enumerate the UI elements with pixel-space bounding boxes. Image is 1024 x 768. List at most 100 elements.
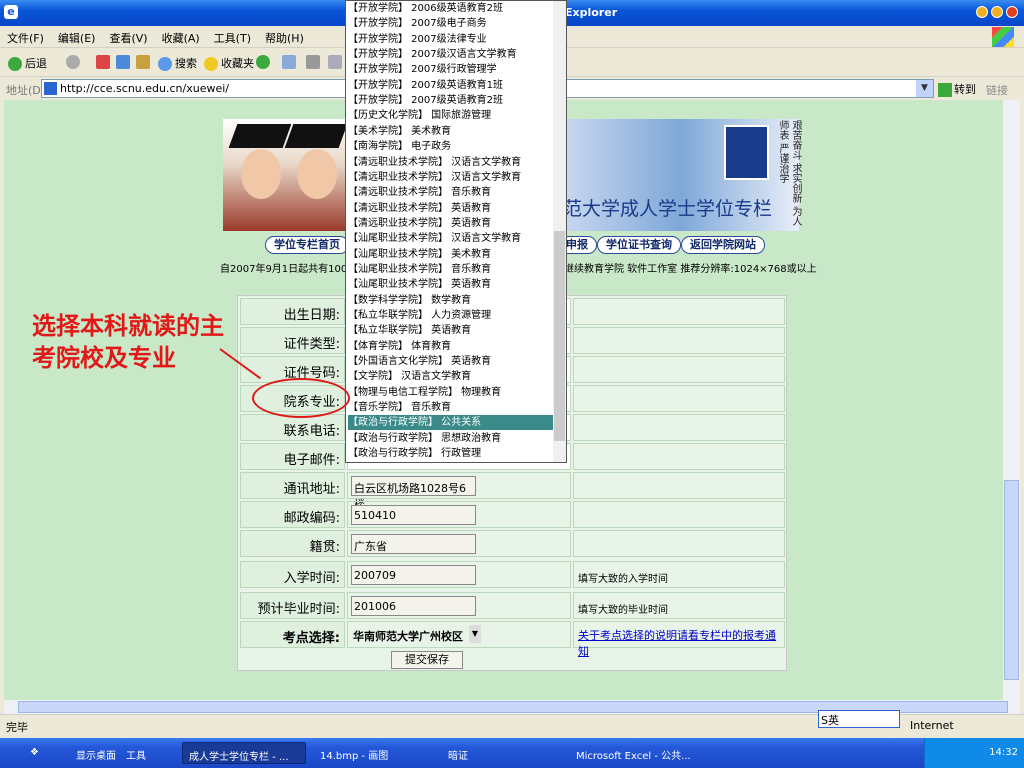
dropdown-option[interactable]: 【开放学院】 2007级英语教育2班 bbox=[348, 93, 553, 108]
dropdown-option[interactable]: 【政治与行政学院】 思想政治教育 bbox=[348, 431, 553, 446]
site-credits: 继续教育学院 软件工作室 推荐分辨率:1024×768或以上 bbox=[564, 264, 817, 275]
form-label: 联系电话: bbox=[240, 414, 345, 441]
dropdown-option[interactable]: 【开放学院】 2007级英语教育1班 bbox=[348, 78, 553, 93]
dropdown-option[interactable]: 【外国语言文化学院】 英语教育 bbox=[348, 354, 553, 369]
form-row: 通讯地址: 白云区机场路1028号6楼 bbox=[239, 472, 785, 511]
dropdown-option[interactable]: 【汕尾职业技术学院】 英语教育 bbox=[348, 277, 553, 292]
ie-icon: e bbox=[4, 5, 18, 19]
dropdown-scrollbar[interactable] bbox=[553, 1, 566, 462]
dropdown-option[interactable]: 【数学科学学院】 数学教育 bbox=[348, 293, 553, 308]
forward-button[interactable] bbox=[66, 55, 83, 69]
task-excel[interactable]: Microsoft Excel - 公共... bbox=[570, 742, 697, 764]
dropdown-option[interactable]: 【清远职业技术学院】 汉语言文学教育 bbox=[348, 155, 553, 170]
stop-button[interactable] bbox=[96, 55, 113, 69]
menu-help[interactable]: 帮助(H) bbox=[258, 26, 311, 50]
menu-view[interactable]: 查看(V) bbox=[102, 26, 154, 50]
print-icon bbox=[306, 55, 320, 69]
favorites-button[interactable]: 收藏夹 bbox=[204, 55, 254, 71]
banner-title: 范大学成人学士学位专栏 bbox=[563, 198, 773, 220]
dropdown-option[interactable]: 【私立华联学院】 人力资源管理 bbox=[348, 308, 553, 323]
form-note: 填写大致的入学时间 bbox=[573, 561, 785, 588]
vertical-scrollbar[interactable] bbox=[1003, 100, 1020, 700]
dropdown-option[interactable]: 【清远职业技术学院】 英语教育 bbox=[348, 201, 553, 216]
dropdown-option[interactable]: 【开放学院】 2007级电子商务 bbox=[348, 16, 553, 31]
form-note bbox=[573, 530, 785, 557]
maximize-button[interactable] bbox=[991, 6, 1003, 18]
enrollment-date-field[interactable]: 200709 bbox=[351, 565, 476, 585]
dropdown-option[interactable]: 【美术学院】 美术教育 bbox=[348, 124, 553, 139]
mail-button[interactable] bbox=[282, 55, 299, 69]
menu-tools[interactable]: 工具(T) bbox=[207, 26, 258, 50]
graduation-date-field[interactable]: 201006 bbox=[351, 596, 476, 616]
edit-button[interactable] bbox=[328, 55, 345, 69]
task-folder[interactable]: 暗证 bbox=[442, 742, 474, 764]
nav-home[interactable]: 学位专栏首页 bbox=[265, 236, 349, 254]
form-row: 邮政编码: 510410 bbox=[239, 501, 785, 530]
dropdown-option[interactable]: 【开放学院】 2006级英语教育2班 bbox=[348, 1, 553, 16]
security-zone: Internet bbox=[910, 719, 954, 732]
dropdown-option[interactable]: 【清远职业技术学院】 英语教育 bbox=[348, 216, 553, 231]
dropdown-option[interactable]: 【体育学院】 体育教育 bbox=[348, 339, 553, 354]
task-paint[interactable]: 14.bmp - 画图 bbox=[314, 742, 394, 764]
close-button[interactable] bbox=[1006, 6, 1018, 18]
postcode-field[interactable]: 510410 bbox=[351, 505, 476, 525]
print-button[interactable] bbox=[306, 55, 323, 69]
refresh-button[interactable] bbox=[116, 55, 133, 69]
status-text: 完毕 bbox=[6, 721, 28, 734]
history-button[interactable] bbox=[256, 55, 273, 69]
dropdown-option[interactable]: 【清远职业技术学院】 汉语言文学教育 bbox=[348, 170, 553, 185]
start-icon[interactable]: ❖ bbox=[24, 742, 45, 764]
dropdown-option[interactable]: 【历史文化学院】 国际旅游管理 bbox=[348, 108, 553, 123]
back-button[interactable]: 后退 bbox=[8, 55, 47, 71]
department-major-dropdown[interactable]: 【开放学院】 2006级英语教育2班 【开放学院】 2007级电子商务 【开放学院】… bbox=[345, 0, 567, 463]
form-field: 510410 bbox=[347, 501, 571, 528]
address-url: http://cce.scnu.edu.cn/xuewei/ bbox=[60, 82, 229, 95]
submit-button[interactable]: 提交保存 bbox=[391, 651, 463, 669]
nav-return-site[interactable]: 返回学院网站 bbox=[681, 236, 765, 254]
go-button[interactable]: 转到 bbox=[938, 81, 976, 97]
scroll-thumb[interactable] bbox=[554, 231, 565, 441]
dropdown-option[interactable]: 【私立华联学院】 英语教育 bbox=[348, 323, 553, 338]
dropdown-option[interactable]: 【南海学院】 电子政务 bbox=[348, 139, 553, 154]
menu-favorites[interactable]: 收藏(A) bbox=[155, 26, 207, 50]
show-desktop-button[interactable]: 显示桌面 bbox=[70, 742, 122, 764]
dropdown-option[interactable]: 【汕尾职业技术学院】 汉语言文学教育 bbox=[348, 231, 553, 246]
form-row: 考点选择: 华南师范大学广州校区 ▼ 关于考点选择的说明请看专栏中的报考通知 bbox=[239, 621, 785, 658]
menu-file[interactable]: 文件(F) bbox=[0, 26, 51, 50]
dropdown-option[interactable]: 【物理与电信工程学院】 物理教育 bbox=[348, 385, 553, 400]
form-note bbox=[573, 298, 785, 325]
tools-toolbar[interactable]: 工具 bbox=[120, 742, 152, 764]
dropdown-option[interactable]: 【政治与行政学院】 公共关系 bbox=[348, 415, 553, 431]
face-image bbox=[241, 149, 281, 199]
exam-site-select[interactable]: 华南师范大学广州校区 ▼ bbox=[351, 625, 481, 645]
links-button[interactable]: 链接 bbox=[986, 82, 1008, 98]
dropdown-option[interactable]: 【音乐学院】 音乐教育 bbox=[348, 400, 553, 415]
nav-certificate-query[interactable]: 学位证书查询 bbox=[597, 236, 681, 254]
dropdown-option[interactable]: 【汕尾职业技术学院】 美术教育 bbox=[348, 247, 553, 262]
form-row: 预计毕业时间: 201006 填写大致的毕业时间 bbox=[239, 592, 785, 621]
dropdown-option[interactable]: 【文学院】 汉语言文学教育 bbox=[348, 369, 553, 384]
menu-edit[interactable]: 编辑(E) bbox=[51, 26, 103, 50]
home-button[interactable] bbox=[136, 55, 153, 69]
ime-toolbar[interactable]: S英 bbox=[818, 710, 900, 728]
home-icon bbox=[136, 55, 150, 69]
dropdown-option[interactable]: 【开放学院】 2007级汉语言文学教育 bbox=[348, 47, 553, 62]
dropdown-option[interactable]: 【开放学院】 2007级行政管理学 bbox=[348, 62, 553, 77]
calligraphy-motto: 艰苦奋斗 求实创新 为人师表 严谨治学 bbox=[777, 120, 801, 227]
graduates-photo bbox=[223, 119, 353, 231]
form-field: 华南师范大学广州校区 ▼ bbox=[347, 621, 571, 648]
search-button[interactable]: 搜索 bbox=[158, 55, 197, 71]
minimize-button[interactable] bbox=[976, 6, 988, 18]
address-field[interactable]: 白云区机场路1028号6楼 bbox=[351, 476, 476, 511]
scroll-thumb[interactable] bbox=[1004, 480, 1019, 680]
form-note: 填写大致的毕业时间 bbox=[573, 592, 785, 619]
native-place-field[interactable]: 广东省 bbox=[351, 534, 476, 554]
address-dropdown-icon[interactable]: ▼ bbox=[916, 80, 933, 97]
dropdown-option[interactable]: 【开放学院】 2007级法律专业 bbox=[348, 32, 553, 47]
dropdown-option[interactable]: 【清远职业技术学院】 音乐教育 bbox=[348, 185, 553, 200]
exam-notice-link[interactable]: 关于考点选择的说明请看专栏中的报考通知 bbox=[578, 629, 776, 658]
dropdown-option[interactable]: 【政治与行政学院】 行政管理 bbox=[348, 446, 553, 461]
task-browser[interactable]: 成人学士学位专栏 - ... bbox=[182, 742, 306, 764]
word-icon bbox=[328, 55, 342, 69]
dropdown-option[interactable]: 【汕尾职业技术学院】 音乐教育 bbox=[348, 262, 553, 277]
